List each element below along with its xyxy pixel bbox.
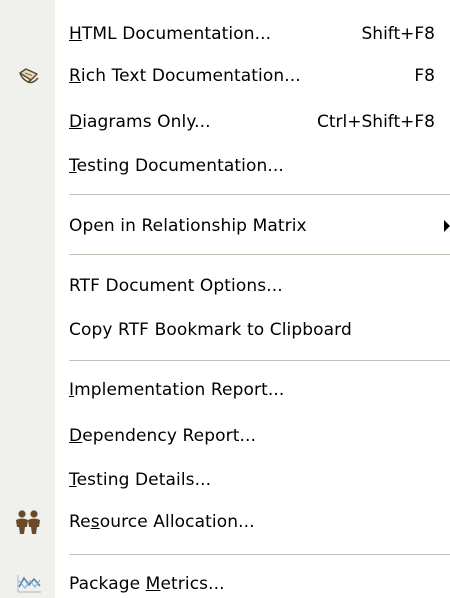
menu-item-dependency-report[interactable]: Dependency Report...: [0, 416, 450, 456]
menu-item-copy-rtf-bookmark[interactable]: Copy RTF Bookmark to Clipboard: [0, 310, 450, 350]
metrics-chart-icon: [16, 572, 42, 594]
menu-item-package-metrics[interactable]: Package Metrics...: [0, 564, 450, 598]
menu-item-label: Resource Allocation...: [69, 512, 255, 532]
menu-item-html-documentation[interactable]: HTML Documentation... Shift+F8: [0, 14, 450, 54]
menu-item-testing-details[interactable]: Testing Details...: [0, 460, 450, 500]
menu-item-label: Rich Text Documentation...: [69, 66, 301, 86]
shortcut-label: F8: [414, 66, 435, 86]
menu-separator: [69, 360, 450, 362]
menu-item-label: Testing Documentation...: [69, 156, 284, 176]
menu-item-label: Testing Details...: [69, 470, 212, 490]
rich-text-document-icon: [17, 64, 41, 88]
menu-item-rtf-document-options[interactable]: RTF Document Options...: [0, 266, 450, 306]
menu-item-label: Package Metrics...: [69, 574, 225, 594]
context-menu: HTML Documentation... Shift+F8 Rich Text…: [0, 0, 450, 598]
menu-item-open-in-relationship-matrix[interactable]: Open in Relationship Matrix: [0, 206, 450, 246]
menu-item-label: Implementation Report...: [69, 380, 285, 400]
menu-item-label: Copy RTF Bookmark to Clipboard: [69, 320, 352, 340]
submenu-arrow-icon: [444, 220, 450, 232]
people-icon: [14, 509, 42, 535]
menu-item-label: Open in Relationship Matrix: [69, 216, 307, 236]
menu-separator: [69, 554, 450, 556]
menu-separator: [69, 254, 450, 256]
menu-item-diagrams-only[interactable]: Diagrams Only... Ctrl+Shift+F8: [0, 102, 450, 142]
menu-item-resource-allocation[interactable]: Resource Allocation...: [0, 502, 450, 542]
menu-separator: [69, 194, 450, 196]
menu-item-implementation-report[interactable]: Implementation Report...: [0, 370, 450, 410]
shortcut-label: Shift+F8: [361, 24, 435, 44]
menu-item-testing-documentation[interactable]: Testing Documentation...: [0, 146, 450, 186]
shortcut-label: Ctrl+Shift+F8: [317, 112, 435, 132]
menu-item-label: HTML Documentation...: [69, 24, 272, 44]
menu-item-rich-text-documentation[interactable]: Rich Text Documentation... F8: [0, 56, 450, 96]
menu-item-label: RTF Document Options...: [69, 276, 283, 296]
menu-item-label: Diagrams Only...: [69, 112, 211, 132]
menu-item-label: Dependency Report...: [69, 426, 256, 446]
